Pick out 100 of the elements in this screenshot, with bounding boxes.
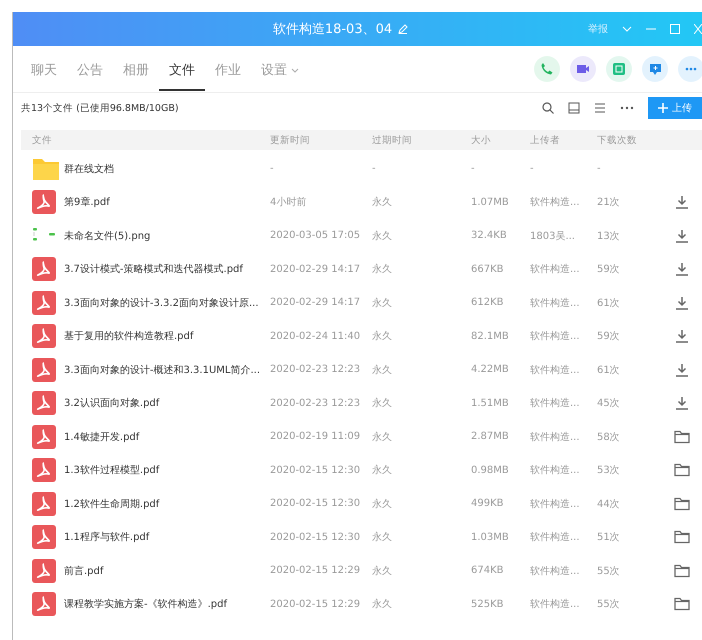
- file-name[interactable]: 1.1程序与软件.pdf: [64, 530, 270, 544]
- update-time: 2020-02-29 14:17: [270, 297, 362, 308]
- expiry-time: 永久: [372, 564, 393, 578]
- expiry-time: 永久: [372, 464, 393, 478]
- folder-icon: [32, 156, 60, 181]
- file-size: 82.1MB: [471, 330, 510, 342]
- file-name[interactable]: 1.4敏捷开发.pdf: [64, 430, 270, 444]
- file-name[interactable]: 课程教学实施方案-《软件构造》.pdf: [64, 597, 270, 612]
- expiry-time: 永久: [372, 230, 393, 243]
- download-count: 58次: [597, 430, 621, 444]
- uploader-name: 软件构造...: [530, 396, 581, 410]
- list-icon[interactable]: [594, 102, 606, 114]
- uploader-name: 软件构造...: [530, 330, 581, 344]
- expiry-time: 永久: [372, 530, 393, 544]
- folder-outline-icon[interactable]: [674, 597, 690, 612]
- download-icon[interactable]: [675, 396, 689, 410]
- uploader-name: 软件构造...: [530, 564, 581, 578]
- uploader-name: 软件构造...: [530, 598, 581, 612]
- update-time: 2020-02-15 12:30: [270, 464, 362, 476]
- chat-button[interactable]: [642, 56, 668, 82]
- download-count: 21次: [597, 196, 621, 210]
- download-icon[interactable]: [675, 296, 689, 310]
- update-time: 2020-02-15 12:29: [270, 565, 362, 576]
- pdf-icon: [32, 324, 56, 348]
- tab[interactable]: 文件: [159, 47, 205, 91]
- file-name[interactable]: 1.3软件过程模型.pdf: [64, 463, 270, 478]
- uploader-name: 软件构造...: [530, 262, 581, 276]
- download-icon[interactable]: [675, 262, 689, 276]
- chat-bubble-icon: [648, 62, 662, 76]
- pdf-icon: [32, 424, 56, 449]
- download-count: 45次: [597, 397, 621, 410]
- uploader-name: 软件构造...: [530, 364, 581, 377]
- file-count-summary: 共13个文件 (已使用96.8MB/10GB): [21, 102, 179, 114]
- file-name[interactable]: 3.7设计模式-策略模式和迭代器模式.pdf: [64, 262, 270, 276]
- folder-outline-icon[interactable]: [674, 463, 690, 478]
- file-size: 499KB: [471, 498, 505, 510]
- uploader-name: 1803吴...: [530, 230, 576, 243]
- download-count: 61次: [597, 364, 621, 377]
- download-icon[interactable]: [675, 362, 689, 377]
- search-icon[interactable]: [542, 102, 554, 114]
- file-size: 1.51MB: [471, 398, 510, 409]
- video-button[interactable]: [570, 56, 596, 82]
- tray-icon[interactable]: [568, 102, 580, 114]
- file-size: 1.03MB: [471, 532, 510, 543]
- uploader-name: 软件构造...: [530, 498, 581, 511]
- folder-outline-icon[interactable]: [674, 564, 690, 578]
- download-icon[interactable]: [675, 329, 689, 344]
- file-name[interactable]: 3.3面向对象的设计-概述和3.3.1UML简介...: [64, 362, 270, 377]
- folder-outline-icon[interactable]: [674, 530, 690, 544]
- expiry-time: 永久: [372, 262, 393, 276]
- window-title: 软件构造18-03、04: [272, 21, 392, 38]
- file-name[interactable]: 1.2软件生命周期.pdf: [64, 496, 270, 511]
- expiry-time: 永久: [372, 498, 393, 511]
- download-count: 13次: [597, 230, 621, 243]
- uploader-name: 软件构造...: [530, 530, 581, 544]
- update-time: 2020-02-23 12:23: [270, 398, 362, 409]
- update-time: 2020-02-24 11:40: [270, 330, 362, 342]
- expiry-time: 永久: [372, 296, 393, 310]
- file-name[interactable]: 3.3面向对象的设计-3.3.2面向对象设计原...: [64, 296, 270, 310]
- pdf-icon: [32, 558, 56, 583]
- pdf-icon: [32, 592, 56, 616]
- update-time: 2020-02-15 12:30: [270, 498, 362, 510]
- file-size: 674KB: [471, 565, 505, 576]
- file-name[interactable]: 基于复用的软件构造教程.pdf: [64, 329, 270, 344]
- file-name[interactable]: 未命名文件(5).png: [64, 228, 270, 243]
- file-size: 525KB: [471, 598, 505, 610]
- expiry-time: 永久: [372, 430, 393, 444]
- pdf-icon: [32, 391, 56, 416]
- folder-outline-icon[interactable]: [674, 430, 690, 444]
- download-count: 44次: [597, 498, 621, 511]
- file-name[interactable]: 前言.pdf: [64, 564, 270, 578]
- file-size: 1.07MB: [471, 196, 510, 208]
- folder-outline-icon[interactable]: [674, 496, 690, 511]
- phone-button[interactable]: [534, 56, 560, 82]
- square-icon: [613, 63, 625, 75]
- file-name[interactable]: 3.2认识面向对象.pdf: [64, 396, 270, 410]
- pdf-icon: [32, 290, 56, 315]
- update-time: 2020-02-15 12:29: [270, 598, 362, 610]
- file-size: -: [471, 163, 476, 174]
- download-count: 61次: [597, 296, 621, 310]
- file-size: 4.22MB: [471, 364, 510, 376]
- pdf-icon: [32, 190, 56, 214]
- download-count: 53次: [597, 464, 621, 478]
- file-size: 667KB: [471, 264, 505, 275]
- download-icon[interactable]: [675, 195, 689, 210]
- file-name[interactable]: 群在线文档: [64, 162, 270, 176]
- pdf-icon: [32, 458, 56, 482]
- expiry-time: 永久: [372, 364, 393, 377]
- phone-icon: [540, 62, 554, 76]
- file-name[interactable]: 第9章.pdf: [64, 195, 270, 210]
- more-icon[interactable]: [620, 106, 634, 110]
- file-size: 0.98MB: [471, 464, 510, 476]
- pdf-icon: [32, 525, 56, 550]
- plus-icon: [658, 103, 668, 113]
- uploader-name: 软件构造...: [530, 196, 581, 210]
- pdf-icon: [32, 492, 56, 516]
- download-count: 59次: [597, 330, 621, 344]
- expiry-time: -: [372, 163, 377, 174]
- download-count: -: [597, 163, 602, 174]
- download-icon[interactable]: [675, 228, 689, 243]
